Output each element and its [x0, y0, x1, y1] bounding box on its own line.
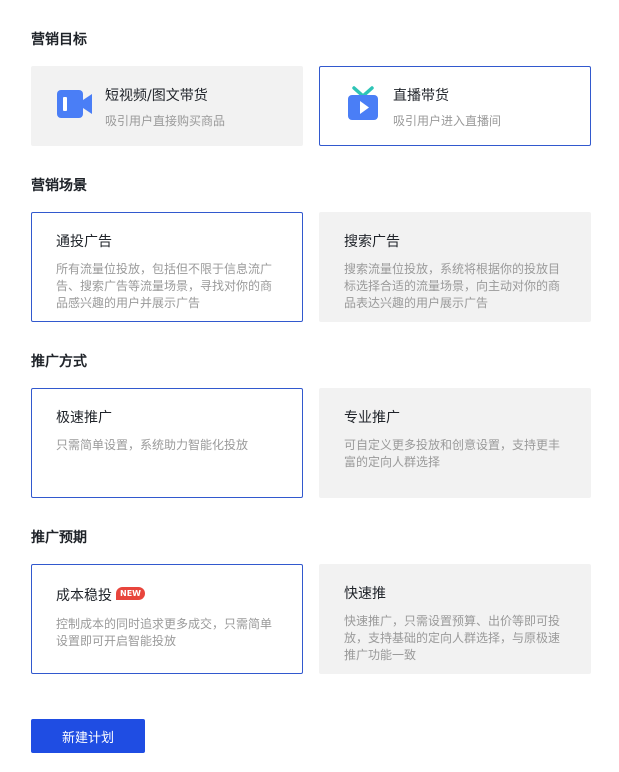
method-option-title: 专业推广 [344, 410, 400, 426]
section-title-scene: 营销场景 [31, 178, 87, 194]
new-badge: NEW [116, 587, 145, 600]
expect-option-desc: 快速推广，只需设置预算、出价等即可投放，支持基础的定向人群选择，与原极速推广功能… [344, 614, 561, 662]
goal-option-live[interactable]: 直播带货 吸引用户进入直播间 [319, 66, 591, 146]
goal-option-desc: 吸引用户进入直播间 [393, 114, 502, 128]
expect-option-stable-cost[interactable]: 成本稳投 NEW 控制成本的同时追求更多成交，只需简单设置即可开启智能投放 [31, 564, 303, 674]
method-option-pro[interactable]: 专业推广 可自定义更多投放和创意设置，支持更丰富的定向人群选择 [319, 388, 591, 498]
scene-option-desc: 所有流量位投放，包括但不限于信息流广告、搜索广告等流量场景，寻找对你的商品感兴趣… [56, 262, 273, 310]
expect-option-title: 快速推 [344, 586, 386, 602]
scene-option-desc: 搜索流量位投放，系统将根据你的投放目标选择合适的流量场景，向主动对你的商品表达兴… [344, 262, 561, 310]
video-camera-icon [56, 86, 94, 122]
create-plan-button[interactable]: 新建计划 [31, 719, 145, 753]
scene-option-search[interactable]: 搜索广告 搜索流量位投放，系统将根据你的投放目标选择合适的流量场景，向主动对你的… [319, 212, 591, 322]
goal-option-short-video[interactable]: 短视频/图文带货 吸引用户直接购买商品 [31, 66, 303, 146]
method-option-title: 极速推广 [56, 410, 112, 426]
section-title-goal: 营销目标 [31, 32, 87, 48]
scene-option-title: 通投广告 [56, 234, 112, 250]
expect-option-desc: 控制成本的同时追求更多成交，只需简单设置即可开启智能投放 [56, 617, 273, 648]
expect-option-title-row: 成本稳投 NEW [56, 587, 145, 605]
goal-option-title: 直播带货 [393, 88, 449, 104]
expect-option-title: 成本稳投 [56, 588, 112, 604]
method-option-desc: 只需简单设置，系统助力智能化投放 [56, 438, 249, 452]
goal-option-title: 短视频/图文带货 [105, 88, 208, 104]
scene-option-title: 搜索广告 [344, 234, 400, 250]
scene-option-general[interactable]: 通投广告 所有流量位投放，包括但不限于信息流广告、搜索广告等流量场景，寻找对你的… [31, 212, 303, 322]
method-option-fast[interactable]: 极速推广 只需简单设置，系统助力智能化投放 [31, 388, 303, 498]
section-title-method: 推广方式 [31, 354, 87, 370]
goal-option-desc: 吸引用户直接购买商品 [105, 114, 226, 128]
method-option-desc: 可自定义更多投放和创意设置，支持更丰富的定向人群选择 [344, 438, 561, 469]
expect-option-quick[interactable]: 快速推 快速推广，只需设置预算、出价等即可投放，支持基础的定向人群选择，与原极速… [319, 564, 591, 674]
section-title-expect: 推广预期 [31, 530, 87, 546]
live-tv-icon [344, 86, 382, 122]
